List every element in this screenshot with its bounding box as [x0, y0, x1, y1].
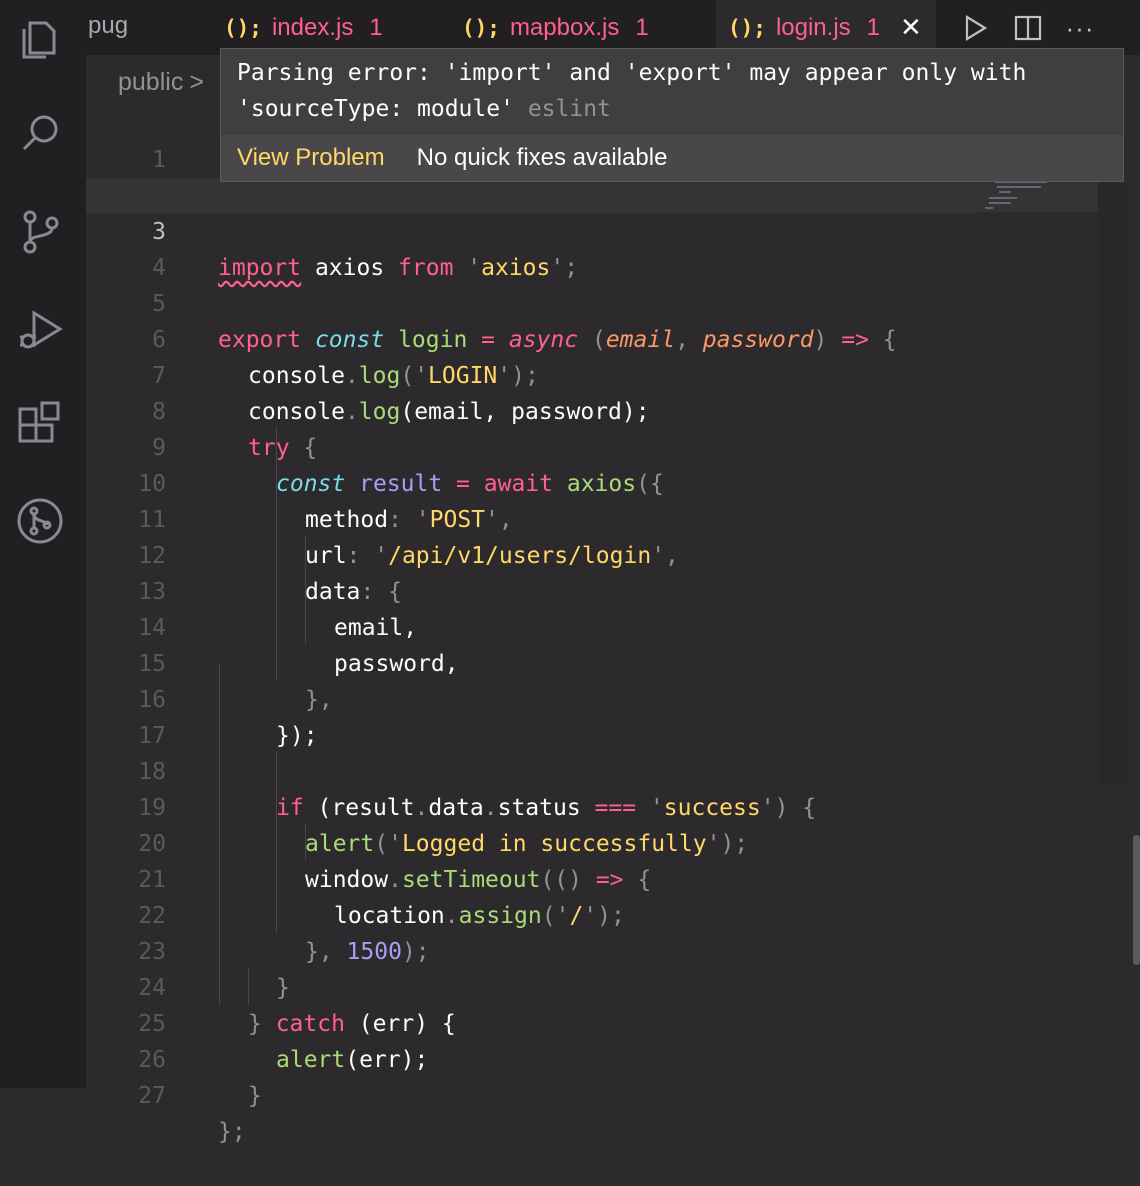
js-file-icon: ();	[462, 15, 500, 40]
code-line: 12 data: {	[86, 502, 976, 605]
error-source: eslint	[527, 96, 611, 122]
minimap-line	[985, 207, 993, 209]
problem-count-badge: 1	[866, 13, 881, 41]
code-text: };	[218, 1119, 246, 1145]
run-icon[interactable]	[957, 10, 993, 46]
code-line: 16 });	[86, 646, 976, 749]
code-line: 26 }	[86, 1006, 976, 1109]
tab-label: mapbox.js	[509, 13, 620, 41]
more-icon[interactable]: ···	[1062, 10, 1098, 46]
code-line: 17	[86, 682, 976, 749]
run-debug-icon[interactable]	[13, 302, 67, 356]
activity-bar	[0, 0, 86, 1088]
minimap-line	[999, 191, 1011, 193]
source-control-icon[interactable]	[13, 204, 67, 258]
minimap-slider[interactable]	[1098, 183, 1128, 783]
close-icon[interactable]: ✕	[900, 12, 922, 43]
tab-label: index.js	[271, 13, 354, 41]
minimap-line	[989, 202, 1011, 204]
search-icon[interactable]	[13, 106, 67, 160]
problem-count-badge: 1	[635, 13, 649, 41]
tab-login-js[interactable]: (); login.js 1 ✕	[716, 0, 936, 55]
view-problem-link[interactable]: View Problem	[237, 144, 385, 172]
code-line: 11 url: '/api/v1/users/login',	[86, 466, 976, 569]
hover-status-bar: View Problem No quick fixes available	[221, 135, 1123, 181]
vertical-scrollbar[interactable]	[1133, 835, 1140, 965]
code-line: 10 method: 'POST',	[86, 430, 976, 533]
no-quick-fixes-label: No quick fixes available	[416, 144, 668, 171]
code-text: }	[248, 1083, 262, 1109]
split-editor-icon[interactable]	[1010, 10, 1046, 46]
breadcrumb: public >	[118, 68, 204, 97]
extensions-icon[interactable]	[13, 398, 67, 452]
code-line: 25 alert(err);	[86, 970, 976, 1073]
error-message: Parsing error: 'import' and 'export' may…	[237, 55, 1107, 127]
git-graph-icon[interactable]	[13, 494, 67, 548]
code-line: 14 password,	[86, 574, 976, 677]
code-line: 27 };	[86, 1042, 976, 1145]
tab-index-js[interactable]: (); index.js 1	[224, 0, 383, 55]
error-message-line: Parsing error: 'import' and 'export' may…	[237, 60, 1027, 86]
files-icon[interactable]	[13, 12, 67, 66]
code-line: 5 export const login = async (email, pas…	[86, 250, 976, 353]
code-line: 21 location.assign('/');	[86, 826, 976, 929]
error-message-line: 'sourceType: module'	[237, 96, 514, 122]
chevron-right-icon: >	[189, 68, 204, 96]
line-number: 27	[138, 1083, 166, 1109]
js-file-icon: ();	[728, 15, 766, 40]
code-line: 20 window.setTimeout(() => {	[86, 790, 976, 893]
code-line: 9 const result = await axios({	[86, 394, 976, 497]
minimap-line	[997, 186, 1041, 188]
code-line: 6 console.log('LOGIN');	[86, 286, 976, 389]
tab-mapbox-js[interactable]: (); mapbox.js 1	[462, 0, 649, 55]
code-editor[interactable]: 1 2 3 import axios from 'axios'; 4 5 exp…	[86, 106, 1140, 1145]
tab-label: login.js	[775, 13, 851, 41]
code-line: 15 },	[86, 610, 976, 713]
breadcrumb-folder[interactable]: public	[118, 68, 183, 96]
code-line: 19 alert('Logged in successfully');	[86, 754, 976, 857]
js-file-icon: ();	[224, 15, 262, 40]
code-line: 23 }	[86, 898, 976, 1001]
explorer-folder-label[interactable]: pug	[88, 12, 128, 40]
problem-hover-widget: Parsing error: 'import' and 'export' may…	[220, 48, 1124, 182]
code-line: 22 }, 1500);	[86, 862, 976, 965]
code-line: 24 } catch (err) {	[86, 934, 976, 1037]
code-line: 7 console.log(email, password);	[86, 322, 976, 425]
code-line: 18 if (result.data.status === 'success')…	[86, 718, 976, 821]
code-line: 13 email,	[86, 538, 976, 641]
code-line: 8 try {	[86, 358, 976, 461]
minimap-line	[989, 197, 1017, 199]
code-line: 4	[86, 214, 976, 281]
code-line-current: 3 import axios from 'axios';	[86, 178, 976, 281]
problem-count-badge: 1	[369, 13, 383, 41]
